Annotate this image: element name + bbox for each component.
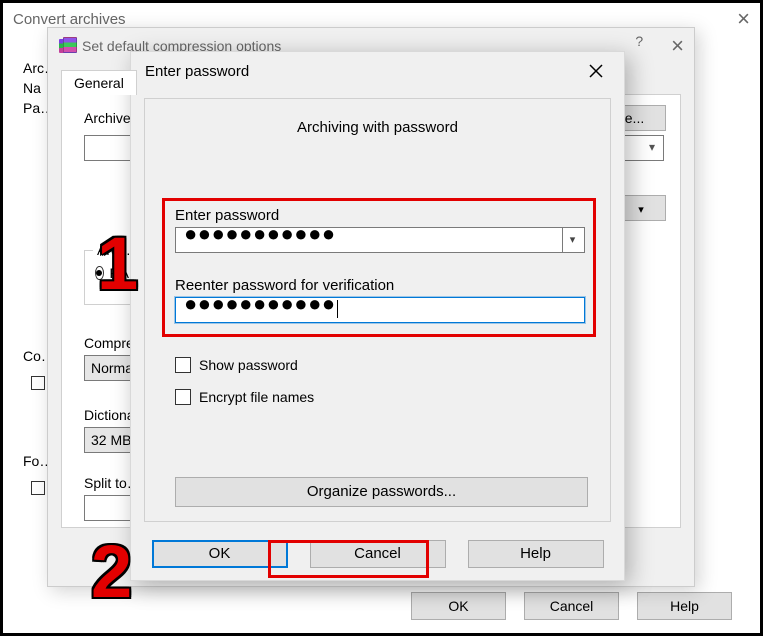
- password-value: ●●●●●●●●●●●: [184, 223, 336, 245]
- password-input[interactable]: ●●●●●●●●●●● ▾: [175, 227, 585, 253]
- convert-help-button[interactable]: Help: [637, 592, 732, 620]
- password-buttons-bar: OK Cancel Help: [131, 528, 624, 580]
- show-password-label: Show password: [199, 357, 298, 373]
- compress-help-icon[interactable]: ?: [635, 33, 643, 59]
- chevron-down-icon: ▾: [638, 204, 644, 216]
- enter-password-dialog: Enter password Archiving with password E…: [130, 51, 625, 581]
- reenter-password-value: ●●●●●●●●●●●: [184, 293, 336, 315]
- convert-fo-checkbox[interactable]: [31, 481, 45, 495]
- password-header-text: Archiving with password: [145, 119, 610, 136]
- close-icon: [588, 63, 604, 79]
- show-password-row[interactable]: Show password: [175, 357, 298, 373]
- password-title: Enter password: [145, 63, 249, 80]
- convert-co-checkbox[interactable]: [31, 376, 45, 390]
- encrypt-filenames-checkbox[interactable]: [175, 389, 191, 405]
- convert-title: Convert archives: [13, 11, 126, 28]
- password-dropdown-button[interactable]: ▾: [562, 228, 584, 252]
- organize-passwords-button[interactable]: Organize passwords...: [175, 477, 588, 507]
- password-body-panel: Archiving with password Enter password ●…: [144, 98, 611, 522]
- compress-close-icon[interactable]: ×: [671, 33, 684, 59]
- password-ok-button[interactable]: OK: [152, 540, 288, 568]
- convert-cancel-button[interactable]: Cancel: [524, 592, 619, 620]
- radio-icon: [95, 266, 104, 280]
- convert-ok-button[interactable]: OK: [411, 592, 506, 620]
- password-titlebar: Enter password: [131, 52, 624, 90]
- reenter-password-input[interactable]: ●●●●●●●●●●●: [175, 297, 585, 323]
- tab-general[interactable]: General: [61, 70, 137, 95]
- text-caret: [337, 300, 338, 318]
- show-password-checkbox[interactable]: [175, 357, 191, 373]
- encrypt-filenames-row[interactable]: Encrypt file names: [175, 389, 314, 405]
- password-cancel-button[interactable]: Cancel: [310, 540, 446, 568]
- encrypt-filenames-label: Encrypt file names: [199, 389, 314, 405]
- password-help-button[interactable]: Help: [468, 540, 604, 568]
- winrar-icon: [58, 37, 76, 55]
- password-close-button[interactable]: [582, 57, 610, 85]
- dictionary-size-value: 32 MB: [91, 432, 131, 448]
- convert-close-icon[interactable]: ×: [737, 6, 750, 32]
